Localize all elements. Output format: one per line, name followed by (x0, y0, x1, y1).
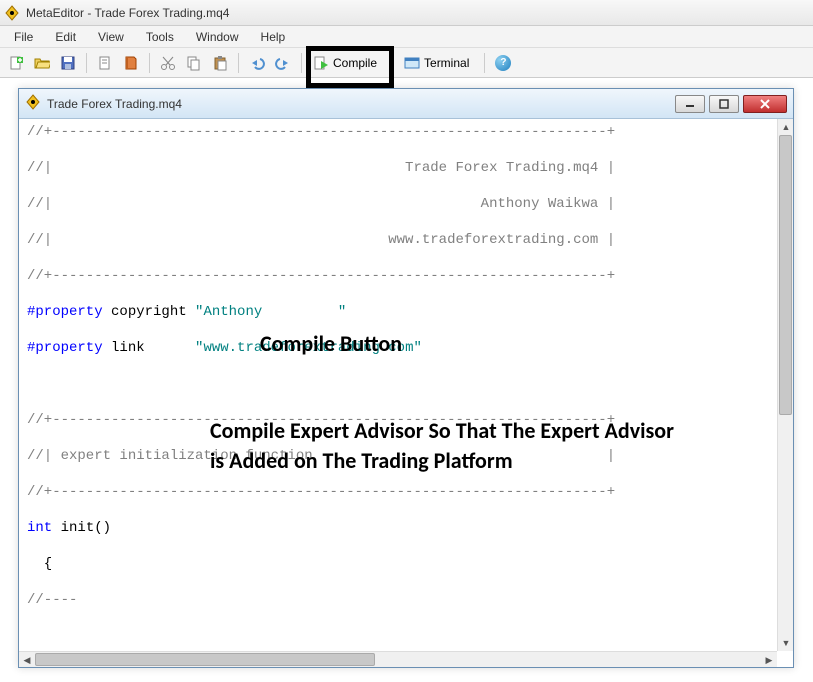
save-button[interactable] (56, 51, 80, 75)
separator (392, 53, 393, 73)
paste-button[interactable] (208, 51, 232, 75)
separator (301, 53, 302, 73)
terminal-label: Terminal (424, 56, 469, 70)
undo-button[interactable] (245, 51, 269, 75)
terminal-button[interactable]: Terminal (399, 51, 478, 75)
scroll-up-arrow[interactable]: ▲ (778, 119, 794, 135)
maximize-button[interactable] (709, 95, 739, 113)
copy-button[interactable] (182, 51, 206, 75)
redo-button[interactable] (271, 51, 295, 75)
app-title: MetaEditor - Trade Forex Trading.mq4 (26, 6, 229, 20)
menu-edit[interactable]: Edit (45, 28, 86, 46)
minimize-button[interactable] (675, 95, 705, 113)
scroll-left-arrow[interactable]: ◀ (19, 652, 35, 668)
menu-window[interactable]: Window (186, 28, 249, 46)
open-file-button[interactable] (30, 51, 54, 75)
code-editor[interactable]: //+-------------------------------------… (19, 119, 777, 651)
app-icon (4, 5, 20, 21)
vertical-scroll-thumb[interactable] (779, 135, 792, 415)
scroll-down-arrow[interactable]: ▼ (778, 635, 794, 651)
compile-label: Compile (333, 56, 377, 70)
toolbar: Compile Terminal ? (0, 48, 813, 78)
window-controls (675, 95, 787, 113)
menu-view[interactable]: View (88, 28, 134, 46)
help-icon: ? (495, 55, 511, 71)
cut-button[interactable] (156, 51, 180, 75)
document-title: Trade Forex Trading.mq4 (47, 97, 669, 111)
document-icon (25, 94, 41, 113)
scroll-right-arrow[interactable]: ▶ (761, 652, 777, 668)
new-file-button[interactable] (4, 51, 28, 75)
compile-button[interactable]: Compile (308, 51, 386, 75)
separator (86, 53, 87, 73)
horizontal-scrollbar[interactable]: ◀ ▶ (19, 651, 777, 667)
vertical-scrollbar[interactable]: ▲ ▼ (777, 119, 793, 651)
horizontal-scroll-thumb[interactable] (35, 653, 375, 666)
document-window: Trade Forex Trading.mq4 //+-------------… (18, 88, 794, 668)
menu-tools[interactable]: Tools (136, 28, 184, 46)
document-titlebar: Trade Forex Trading.mq4 (19, 89, 793, 119)
book-button[interactable] (119, 51, 143, 75)
menu-help[interactable]: Help (251, 28, 296, 46)
separator (149, 53, 150, 73)
document-button[interactable] (93, 51, 117, 75)
menu-file[interactable]: File (4, 28, 43, 46)
separator (484, 53, 485, 73)
help-button[interactable]: ? (491, 51, 515, 75)
close-button[interactable] (743, 95, 787, 113)
menubar: File Edit View Tools Window Help (0, 26, 813, 48)
app-titlebar: MetaEditor - Trade Forex Trading.mq4 (0, 0, 813, 26)
separator (238, 53, 239, 73)
